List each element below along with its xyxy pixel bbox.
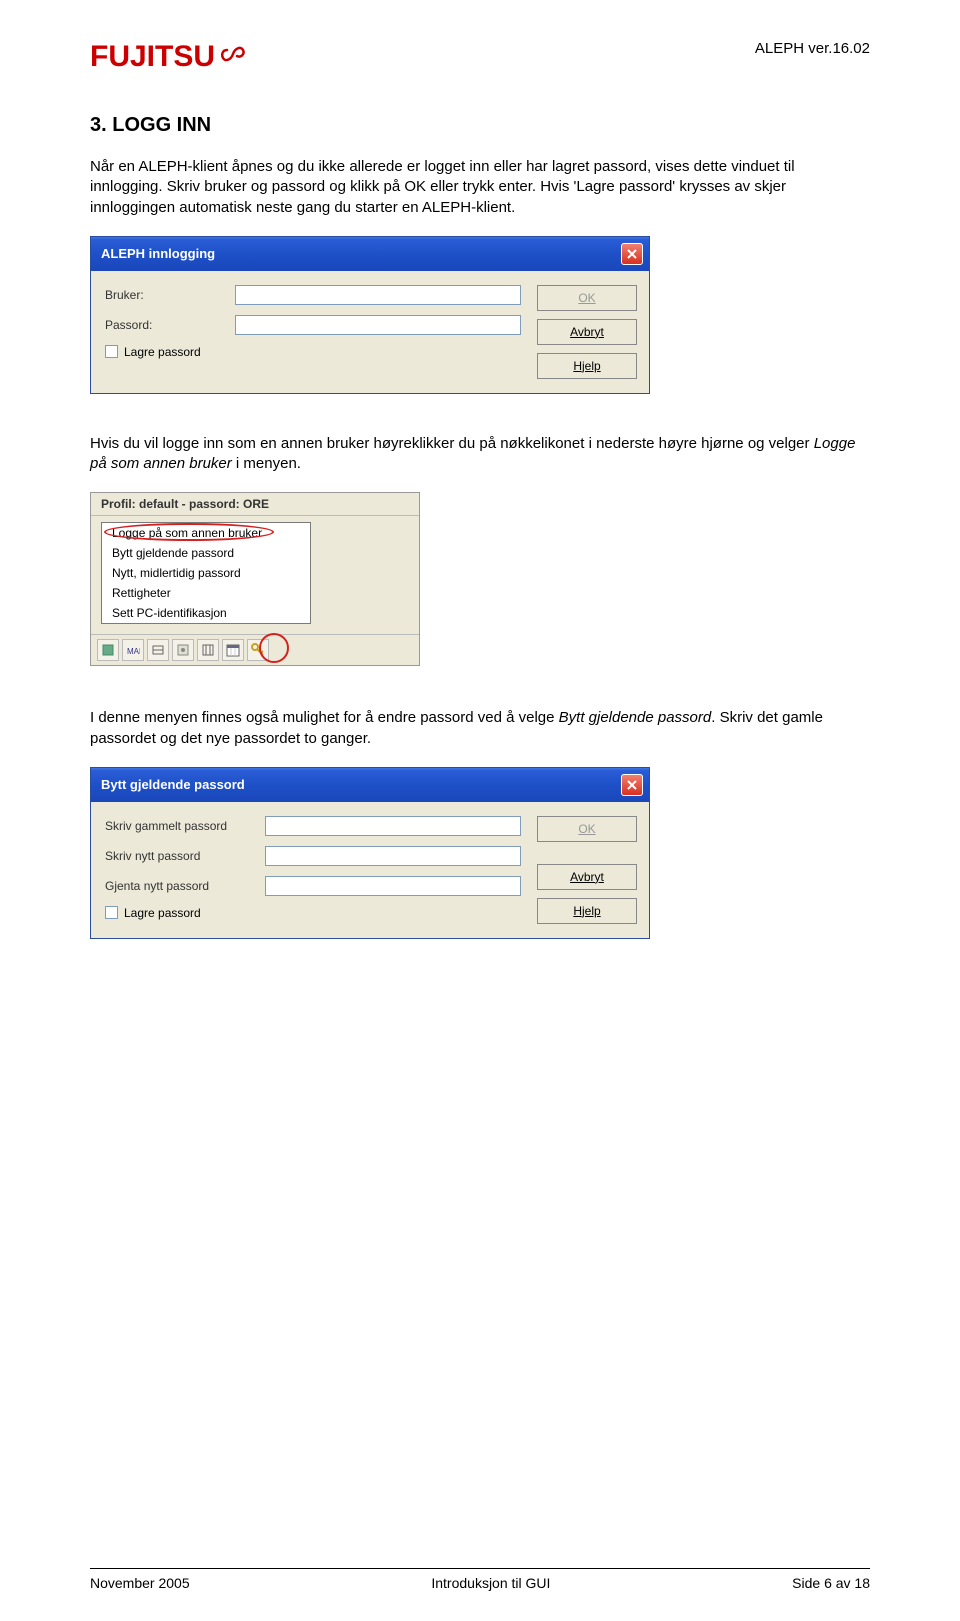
dialog-titlebar: Bytt gjeldende passord — [91, 768, 649, 802]
save-password-label: Lagre passord — [124, 345, 201, 359]
menu-item-login-other[interactable]: Logge på som annen bruker — [102, 523, 310, 543]
key-icon[interactable] — [247, 639, 269, 661]
infinity-icon — [219, 40, 247, 68]
logo-text: FUJITSU — [90, 40, 215, 74]
footer-left: November 2005 — [90, 1575, 190, 1591]
dialog-titlebar: ALEPH innlogging — [91, 237, 649, 271]
toolbar-icon-3[interactable] — [147, 639, 169, 661]
menu-item-temp-password[interactable]: Nytt, midlertidig passord — [102, 563, 310, 583]
footer-right: Side 6 av 18 — [792, 1575, 870, 1591]
cancel-button[interactable]: Avbryt — [537, 319, 637, 345]
toolbar-icon-2[interactable]: MARC — [122, 639, 144, 661]
context-menu-screenshot: Profil: default - passord: ORE Logge på … — [90, 492, 420, 666]
toolbar-strip: MARC — [91, 634, 419, 665]
menu-item-change-password[interactable]: Bytt gjeldende passord — [102, 543, 310, 563]
old-password-label: Skriv gammelt passord — [105, 819, 265, 833]
old-password-input[interactable] — [265, 816, 521, 836]
page-footer: November 2005 Introduksjon til GUI Side … — [90, 1568, 870, 1591]
toolbar-icon-1[interactable] — [97, 639, 119, 661]
context-menu: Logge på som annen bruker Bytt gjeldende… — [101, 522, 311, 624]
fujitsu-logo: FUJITSU — [90, 40, 247, 74]
menu-item-rights[interactable]: Rettigheter — [102, 583, 310, 603]
close-button[interactable] — [621, 243, 643, 265]
ok-button[interactable]: OK — [537, 816, 637, 842]
svg-text:MARC: MARC — [127, 647, 140, 656]
new-password-input[interactable] — [265, 846, 521, 866]
password-label: Passord: — [105, 318, 235, 332]
change-password-dialog: Bytt gjeldende passord Skriv gammelt pas… — [90, 767, 650, 939]
save-password-checkbox[interactable] — [105, 345, 118, 358]
intro-paragraph: Når en ALEPH-klient åpnes og du ikke all… — [90, 157, 870, 218]
profile-row: Profil: default - passord: ORE — [91, 493, 419, 516]
login-dialog: ALEPH innlogging Bruker: Passord: Lagre … — [90, 236, 650, 394]
repeat-password-label: Gjenta nytt passord — [105, 879, 265, 893]
user-input[interactable] — [235, 285, 521, 305]
footer-center: Introduksjon til GUI — [431, 1575, 550, 1591]
save-password-checkbox[interactable] — [105, 906, 118, 919]
repeat-password-input[interactable] — [265, 876, 521, 896]
context-paragraph: Hvis du vil logge inn som en annen bruke… — [90, 434, 870, 475]
ok-button[interactable]: OK — [537, 285, 637, 311]
close-button[interactable] — [621, 774, 643, 796]
version-text: ALEPH ver.16.02 — [755, 40, 870, 57]
save-password-label: Lagre passord — [124, 906, 201, 920]
dialog-title: ALEPH innlogging — [101, 246, 215, 261]
cancel-button[interactable]: Avbryt — [537, 864, 637, 890]
dialog-title: Bytt gjeldende passord — [101, 777, 245, 792]
calendar-icon[interactable] — [222, 639, 244, 661]
page-header: FUJITSU ALEPH ver.16.02 — [90, 40, 870, 74]
toolbar-icon-4[interactable] — [172, 639, 194, 661]
help-button[interactable]: Hjelp — [537, 353, 637, 379]
new-password-label: Skriv nytt passord — [105, 849, 265, 863]
password-input[interactable] — [235, 315, 521, 335]
user-label: Bruker: — [105, 288, 235, 302]
menu-item-pc-id[interactable]: Sett PC-identifikasjon — [102, 603, 310, 623]
section-heading: 3. LOGG INN — [90, 114, 870, 137]
toolbar-icon-5[interactable] — [197, 639, 219, 661]
change-password-paragraph: I denne menyen finnes også mulighet for … — [90, 708, 870, 749]
help-button[interactable]: Hjelp — [537, 898, 637, 924]
